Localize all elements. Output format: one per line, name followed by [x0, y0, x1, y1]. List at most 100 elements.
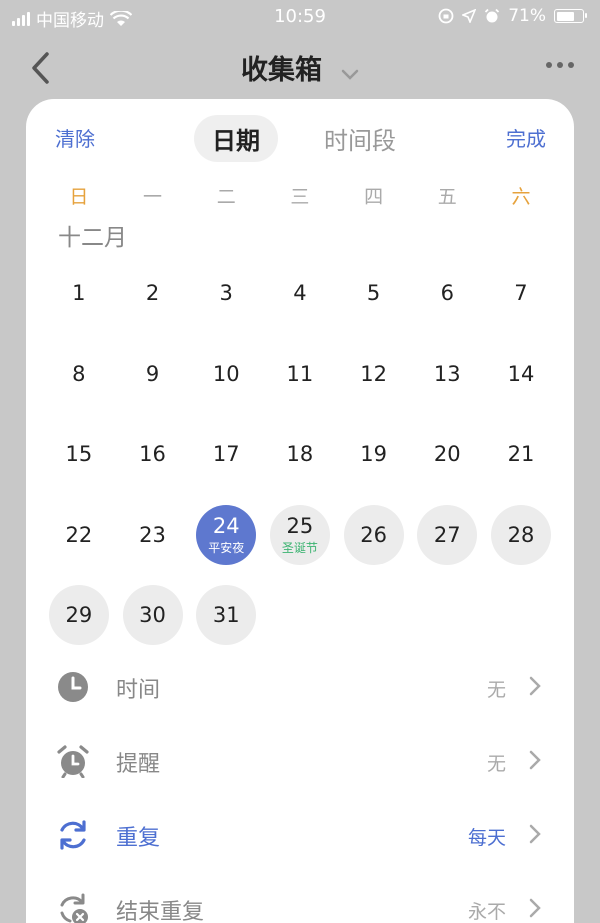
- chevron-right-icon: [529, 676, 541, 696]
- option-value: 无: [486, 679, 506, 701]
- day-number: 2: [145, 281, 160, 305]
- option-value: 永不: [467, 901, 506, 923]
- day-number: 14: [507, 361, 535, 386]
- option-end-repeat[interactable]: 结束重复 永不: [26, 872, 574, 923]
- calendar-day-29[interactable]: 29: [48, 585, 109, 645]
- calendar-cell: 25 圣诞节: [263, 503, 337, 584]
- calendar-day-4[interactable]: 4: [270, 263, 330, 323]
- calendar-week-row: 1 2 3 4 5 6 7: [42, 261, 558, 342]
- weekday-fri: 五: [437, 185, 457, 208]
- calendar-cell: 4: [263, 261, 337, 342]
- day-number: 6: [440, 281, 454, 305]
- done-button[interactable]: 完成: [506, 123, 546, 152]
- day-number: 18: [286, 442, 314, 466]
- day-number: 23: [139, 522, 166, 547]
- chevron-right-icon: [529, 750, 541, 770]
- day-number: 29: [65, 603, 93, 627]
- status-right: 71%: [438, 6, 587, 26]
- day-number: 16: [139, 442, 166, 466]
- calendar-day-25[interactable]: 25 圣诞节: [269, 504, 330, 565]
- option-label: 结束重复: [116, 900, 205, 923]
- status-bar: 中国移动 10:59 71%: [0, 0, 600, 34]
- day-number: 10: [212, 361, 240, 386]
- segment-tabs: 日期 时间段: [194, 115, 414, 162]
- option-repeat[interactable]: 重复 每天: [26, 798, 574, 872]
- more-button[interactable]: [546, 62, 574, 68]
- tab-date[interactable]: 日期: [194, 115, 278, 162]
- option-label: 提醒: [116, 752, 161, 777]
- calendar-day-18[interactable]: 18: [270, 424, 330, 484]
- weekday-sun: 日: [69, 185, 89, 208]
- calendar-day-14[interactable]: 14: [491, 344, 551, 404]
- clock-icon: [58, 672, 88, 702]
- nav-title-dropdown[interactable]: 收集箱: [0, 48, 600, 87]
- day-number: 24: [212, 513, 240, 538]
- calendar-day-5[interactable]: 5: [344, 263, 404, 323]
- calendar-day-12[interactable]: 12: [344, 344, 404, 404]
- day-number: 22: [65, 522, 93, 547]
- calendar-day-7[interactable]: 7: [491, 263, 551, 323]
- calendar-day-30[interactable]: 30: [122, 585, 183, 645]
- calendar-cell: 2: [116, 261, 190, 342]
- day-number: 31: [212, 603, 240, 627]
- calendar-cell: 19: [337, 422, 411, 503]
- calendar-day-21[interactable]: 21: [491, 424, 551, 484]
- calendar-cell: 6: [410, 261, 484, 342]
- calendar-cell: 28: [484, 503, 558, 584]
- calendar-day-27[interactable]: 27: [417, 504, 478, 565]
- calendar-cell: 24 平安夜: [189, 503, 263, 584]
- calendar-cell: 10: [189, 342, 263, 423]
- more-dot: [568, 62, 574, 68]
- calendar-day-20[interactable]: 20: [417, 424, 477, 484]
- page-title: 收集箱: [240, 55, 322, 86]
- calendar-day-23[interactable]: 23: [123, 505, 183, 565]
- day-number: 28: [507, 522, 535, 547]
- nav-bar: 收集箱: [0, 38, 600, 98]
- battery-percent: 71%: [508, 6, 546, 26]
- option-value: 每天: [467, 827, 506, 849]
- calendar-day-31[interactable]: 31: [196, 585, 257, 645]
- calendar-cell: 21: [484, 422, 558, 503]
- option-value: 无: [486, 753, 506, 775]
- calendar-day-3[interactable]: 3: [196, 263, 256, 323]
- calendar-day-9[interactable]: 9: [123, 344, 183, 404]
- calendar-cell: 15: [42, 422, 116, 503]
- calendar-day-11[interactable]: 11: [270, 344, 330, 404]
- calendar-day-22[interactable]: 22: [49, 505, 109, 565]
- calendar-day-6[interactable]: 6: [417, 263, 477, 323]
- calendar-day-16[interactable]: 16: [123, 424, 183, 484]
- option-reminder[interactable]: 提醒 无: [26, 724, 574, 798]
- calendar-day-8[interactable]: 8: [49, 344, 109, 404]
- calendar-cell: 9: [116, 342, 190, 423]
- calendar-cell: 27: [410, 503, 484, 584]
- calendar-day-2[interactable]: 2: [123, 263, 183, 323]
- calendar-day-19[interactable]: 19: [344, 424, 404, 484]
- calendar-day-24[interactable]: 24 平安夜: [196, 504, 257, 565]
- calendar-cell: 22: [42, 503, 116, 584]
- clear-button[interactable]: 清除: [55, 123, 95, 152]
- options-list: 时间 无 提醒 无 重复 每天 结束重复 永不: [26, 650, 574, 923]
- end-repeat-icon: [60, 893, 88, 923]
- calendar-day-10[interactable]: 10: [196, 344, 256, 404]
- calendar-day-1[interactable]: 1: [49, 263, 109, 323]
- more-dot: [546, 62, 552, 68]
- calendar-day-13[interactable]: 13: [417, 344, 477, 404]
- calendar-cell: 26: [337, 503, 411, 584]
- calendar-day-28[interactable]: 28: [490, 504, 551, 565]
- calendar-grid: 1 2 3 4 5 6 7 8 9 10 11 12 13 14 15 16 17 18 19 20 21 22 23 24 平…: [26, 261, 574, 664]
- chevron-right-icon: [529, 898, 541, 918]
- weekday-header: 日 一 二 三 四 五 六: [26, 175, 574, 215]
- location-icon: [462, 9, 477, 23]
- date-picker-sheet: 清除 日期 时间段 完成 日 一 二 三 四 五 六 十二月 123456789…: [26, 99, 574, 923]
- calendar-day-26[interactable]: 26: [343, 504, 404, 565]
- day-number: 5: [366, 281, 381, 305]
- alarm-status-icon: [485, 8, 500, 23]
- day-number: 27: [433, 522, 461, 547]
- sheet-header: 清除 日期 时间段 完成: [26, 99, 574, 175]
- calendar-cell: 18: [263, 422, 337, 503]
- chevron-down-icon: [341, 69, 359, 80]
- option-time[interactable]: 时间 无: [26, 650, 574, 724]
- tab-time-range[interactable]: 时间段: [306, 115, 414, 162]
- calendar-day-15[interactable]: 15: [49, 424, 109, 484]
- calendar-day-17[interactable]: 17: [196, 424, 256, 484]
